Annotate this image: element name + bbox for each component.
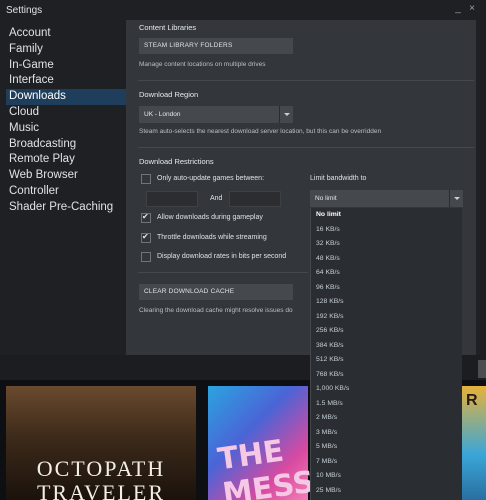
section-title-download-restrictions: Download Restrictions — [139, 157, 214, 166]
sidebar-item-shader-pre-caching[interactable]: Shader Pre-Caching — [6, 200, 126, 216]
auto-update-label: Only auto-update games between: — [157, 175, 265, 182]
bandwidth-option[interactable]: 7 MB/s — [311, 455, 462, 470]
bandwidth-option[interactable]: 384 KB/s — [311, 339, 462, 354]
bandwidth-option[interactable]: 25 MB/s — [311, 484, 462, 499]
bandwidth-option[interactable]: 10 MB/s — [311, 469, 462, 484]
sidebar-item-interface[interactable]: Interface — [6, 73, 126, 89]
limit-bandwidth-value: No limit — [315, 195, 337, 202]
bandwidth-option[interactable]: No limit — [311, 208, 462, 223]
sidebar-item-account[interactable]: Account — [6, 26, 126, 42]
clear-download-cache-button[interactable]: CLEAR DOWNLOAD CACHE — [139, 284, 293, 300]
chevron-down-icon — [279, 106, 293, 123]
bits-per-second-checkbox[interactable] — [141, 252, 151, 262]
sidebar-item-family[interactable]: Family — [6, 42, 126, 58]
download-region-value: UK - London — [144, 111, 181, 118]
scrollbar-thumb[interactable] — [478, 360, 486, 378]
limit-bandwidth-select[interactable]: No limit — [310, 190, 463, 207]
auto-update-checkbox[interactable] — [141, 174, 151, 184]
bandwidth-option[interactable]: 512 KB/s — [311, 353, 462, 368]
sidebar-item-music[interactable]: Music — [6, 121, 126, 137]
game-capsule-messenger[interactable]: THE MESS — [208, 386, 317, 500]
bandwidth-option[interactable]: 2 MB/s — [311, 411, 462, 426]
bandwidth-option[interactable]: 32 KB/s — [311, 237, 462, 252]
auto-update-end-time[interactable] — [229, 191, 281, 207]
download-region-hint: Steam auto-selects the nearest download … — [139, 128, 382, 135]
game-capsule-octopath[interactable]: OCTOPATH TRAVELER — [6, 386, 196, 500]
allow-downloads-gameplay-label: Allow downloads during gameplay — [157, 214, 263, 221]
sidebar-item-web-browser[interactable]: Web Browser — [6, 168, 126, 184]
bandwidth-option[interactable]: 1.5 MB/s — [311, 397, 462, 412]
title-bar: Settings _ × — [0, 0, 480, 20]
download-region-select[interactable]: UK - London — [139, 106, 293, 123]
divider — [138, 147, 474, 148]
bandwidth-option[interactable]: 16 KB/s — [311, 223, 462, 238]
throttle-downloads-checkbox[interactable] — [141, 232, 151, 243]
throttle-downloads-label: Throttle downloads while streaming — [157, 234, 267, 241]
sidebar-item-cloud[interactable]: Cloud — [6, 105, 126, 121]
sidebar-item-in-game[interactable]: In-Game — [6, 58, 126, 74]
divider — [138, 272, 308, 273]
bandwidth-option[interactable]: 768 KB/s — [311, 368, 462, 383]
allow-downloads-gameplay-checkbox[interactable] — [141, 212, 151, 223]
content-libraries-hint: Manage content locations on multiple dri… — [139, 61, 266, 68]
game-capsule-partial[interactable]: R — [462, 386, 486, 500]
bandwidth-option[interactable]: 96 KB/s — [311, 281, 462, 296]
bandwidth-option[interactable]: 1,000 KB/s — [311, 382, 462, 397]
and-label: And — [210, 195, 223, 202]
bandwidth-option[interactable]: 256 KB/s — [311, 324, 462, 339]
minimize-icon[interactable]: _ — [452, 3, 464, 15]
bandwidth-option[interactable]: 128 KB/s — [311, 295, 462, 310]
clear-cache-hint: Clearing the download cache might resolv… — [139, 307, 293, 314]
auto-update-start-time[interactable] — [146, 191, 198, 207]
bandwidth-option[interactable]: 5 MB/s — [311, 440, 462, 455]
bandwidth-option[interactable]: 3 MB/s — [311, 426, 462, 441]
sidebar-item-controller[interactable]: Controller — [6, 184, 126, 200]
divider — [138, 80, 474, 81]
game-title: R — [466, 392, 478, 409]
close-icon[interactable]: × — [466, 3, 478, 15]
bandwidth-option[interactable]: 64 KB/s — [311, 266, 462, 281]
settings-sidebar: Account Family In-Game Interface Downloads Cl… — [6, 26, 126, 355]
bandwidth-option[interactable]: 192 KB/s — [311, 310, 462, 325]
sidebar-item-downloads[interactable]: Downloads — [6, 89, 126, 105]
game-title: OCTOPATH — [36, 456, 166, 481]
bandwidth-option[interactable]: 48 KB/s — [311, 252, 462, 267]
bandwidth-dropdown-list: No limit 16 KB/s 32 KB/s 48 KB/s 64 KB/s 96 K… — [310, 208, 486, 500]
chevron-down-icon — [449, 190, 463, 207]
game-title-line2: TRAVELER — [36, 480, 166, 500]
sidebar-item-broadcasting[interactable]: Broadcasting — [6, 137, 126, 153]
section-title-download-region: Download Region — [139, 90, 199, 99]
window-title: Settings — [6, 4, 43, 16]
section-title-content-libraries: Content Libraries — [139, 23, 197, 32]
steam-library-folders-button[interactable]: STEAM LIBRARY FOLDERS — [139, 38, 293, 54]
limit-bandwidth-label: Limit bandwidth to — [310, 175, 367, 182]
bits-per-second-label: Display download rates in bits per secon… — [157, 253, 287, 260]
game-title: THE MESS — [215, 433, 317, 500]
sidebar-item-remote-play[interactable]: Remote Play — [6, 152, 126, 168]
